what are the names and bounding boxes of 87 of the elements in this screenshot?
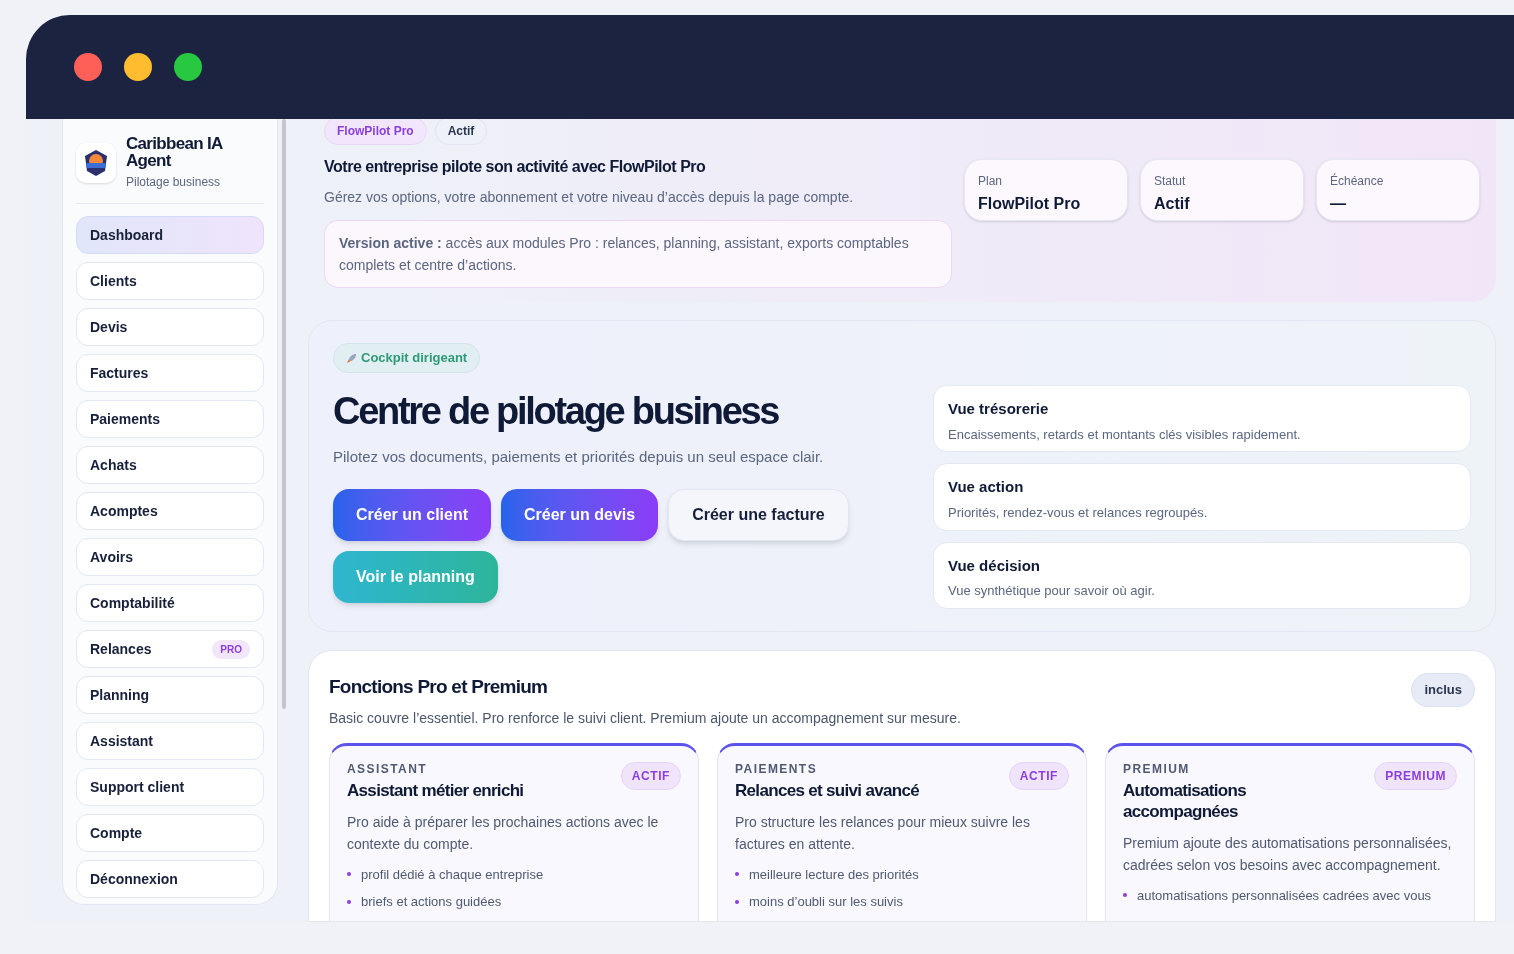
stat-value: FlowPilot Pro bbox=[978, 194, 1082, 214]
feature-category: PREMIUM bbox=[1123, 760, 1191, 778]
nav-item[interactable]: Dashboard bbox=[76, 216, 264, 254]
feature-bullet: meilleure lecture des priorités bbox=[749, 865, 919, 884]
nav-label: Clients bbox=[90, 271, 137, 291]
account-subtitle: Gérez vos options, votre abonnement et votre niveau d’accès depuis la page compte. bbox=[324, 188, 855, 207]
plan-pill: Actif bbox=[434, 119, 488, 145]
stat-value: — bbox=[1330, 194, 1347, 214]
nav-item[interactable]: Comptabilité bbox=[76, 584, 264, 622]
pro-badge: PRO bbox=[212, 639, 250, 659]
scrollbar[interactable] bbox=[282, 119, 286, 709]
feature-category: ASSISTANT bbox=[347, 760, 429, 778]
nav-label: Devis bbox=[90, 317, 128, 337]
nav-label: Planning bbox=[90, 685, 150, 705]
nav-label: Acomptes bbox=[90, 501, 158, 521]
nav-label: Factures bbox=[90, 363, 149, 383]
view-title: Vue action bbox=[948, 477, 1025, 498]
nav-label: Déconnexion bbox=[90, 869, 178, 889]
feature-bullet: automatisations personnalisées cadrées avec vous bbox=[1137, 886, 1432, 905]
view-text: Encaissements, retards et montants clés visibles rapidement. bbox=[948, 425, 1302, 444]
feature-text: Pro aide à préparer les prochaines actions avec le contexte du compte. bbox=[347, 812, 660, 854]
nav-label: Comptabilité bbox=[90, 593, 175, 613]
nav-label: Compte bbox=[90, 823, 143, 843]
nav-label: Dashboard bbox=[90, 225, 164, 245]
brand-tagline: Pilotage business bbox=[126, 174, 222, 191]
hero-title: Centre de pilotage business bbox=[333, 389, 780, 434]
action-button[interactable]: Créer un client bbox=[333, 488, 492, 541]
logo-icon bbox=[76, 143, 116, 183]
brand-name: Caribbean IA Agent bbox=[126, 135, 224, 169]
bullet-icon bbox=[1123, 893, 1127, 898]
cockpit-tag-label: Cockpit dirigeant bbox=[361, 349, 468, 368]
nav-label: Support client bbox=[90, 777, 185, 797]
feature-text: Pro structure les relances pour mieux suivre les factures en attente. bbox=[735, 812, 1031, 854]
view-text: Vue synthétique pour savoir où agir. bbox=[948, 582, 1156, 601]
features-title: Fonctions Pro et Premium bbox=[329, 675, 549, 699]
status-badge: ACTIF bbox=[620, 761, 681, 790]
stat-value: Actif bbox=[1154, 194, 1191, 214]
nav-item[interactable]: Acomptes bbox=[76, 492, 264, 530]
rocket-icon bbox=[346, 352, 357, 364]
feature-bullet: briefs et actions guidées bbox=[361, 893, 502, 911]
nav-label: Achats bbox=[90, 455, 137, 475]
nav-item[interactable]: Factures bbox=[76, 354, 264, 392]
nav-item[interactable]: Déconnexion bbox=[76, 860, 264, 898]
feature-category: PAIEMENTS bbox=[735, 760, 819, 778]
included-badge: inclus bbox=[1411, 673, 1475, 707]
nav-item[interactable]: Paiements bbox=[76, 400, 264, 438]
nav-label: Avoirs bbox=[90, 547, 134, 567]
minimize-button[interactable] bbox=[124, 53, 152, 81]
action-button[interactable]: Créer une facture bbox=[668, 488, 849, 541]
feature-bullet: profil dédié à chaque entreprise bbox=[361, 865, 544, 884]
zoom-button[interactable] bbox=[174, 53, 202, 81]
nav-item[interactable]: Clients bbox=[76, 262, 264, 300]
bullet-icon bbox=[347, 872, 351, 877]
feature-title: Assistant métier enrichi bbox=[347, 779, 525, 801]
bullet-icon bbox=[735, 872, 739, 877]
hero-subtitle: Pilotez vos documents, paiements et priorités depuis un seul espace clair. bbox=[333, 447, 825, 467]
stat-label: Statut bbox=[1154, 173, 1187, 190]
stat-label: Échéance bbox=[1330, 172, 1385, 190]
version-notice: Version active : accès aux modules Pro : relances, planning, assistant, exports comptables complets et centre d’actions. bbox=[324, 220, 952, 288]
nav-label: Paiements bbox=[90, 409, 161, 429]
bullet-icon bbox=[735, 899, 739, 904]
view-text: Priorités, rendez-vous et relances regroupés. bbox=[948, 503, 1209, 522]
nav-item[interactable]: Achats bbox=[76, 446, 264, 484]
feature-title: Relances et suivi avancé bbox=[735, 779, 921, 801]
features-subtitle: Basic couvre l’essentiel. Pro renforce le suivi client. Premium ajoute un accompagnement sur mesure. bbox=[329, 708, 961, 728]
nav-item[interactable]: Support client bbox=[76, 768, 264, 806]
status-badge: PREMIUM bbox=[1374, 761, 1457, 790]
nav-item[interactable]: Compte bbox=[76, 814, 264, 852]
feature-bullet: moins d’oubli sur les suivis bbox=[749, 893, 903, 911]
nav-label: Assistant bbox=[90, 731, 154, 751]
view-title: Vue décision bbox=[948, 555, 1041, 576]
feature-title: Automatisations accompagnées bbox=[1123, 779, 1247, 822]
status-badge: ACTIF bbox=[1008, 761, 1069, 790]
bullet-icon bbox=[347, 899, 351, 904]
nav-label: Relances bbox=[90, 639, 152, 659]
nav-item[interactable]: Devis bbox=[76, 308, 264, 346]
nav-item[interactable]: Assistant bbox=[76, 722, 264, 760]
close-button[interactable] bbox=[74, 53, 102, 81]
plan-pill: FlowPilot Pro bbox=[324, 119, 427, 145]
view-title: Vue trésorerie bbox=[948, 399, 1050, 419]
stat-label: Plan bbox=[978, 173, 1004, 190]
nav-item[interactable]: Planning bbox=[76, 676, 264, 714]
nav-item[interactable]: Avoirs bbox=[76, 538, 264, 576]
nav-item[interactable]: Relances PRO bbox=[76, 630, 264, 668]
action-button[interactable]: Créer un devis bbox=[501, 488, 659, 541]
feature-text: Premium ajoute des automatisations personnalisées, cadrées selon vos besoins avec accompagnement. bbox=[1123, 833, 1453, 875]
account-title: Votre entreprise pilote son activité avec FlowPilot Pro bbox=[324, 157, 707, 177]
